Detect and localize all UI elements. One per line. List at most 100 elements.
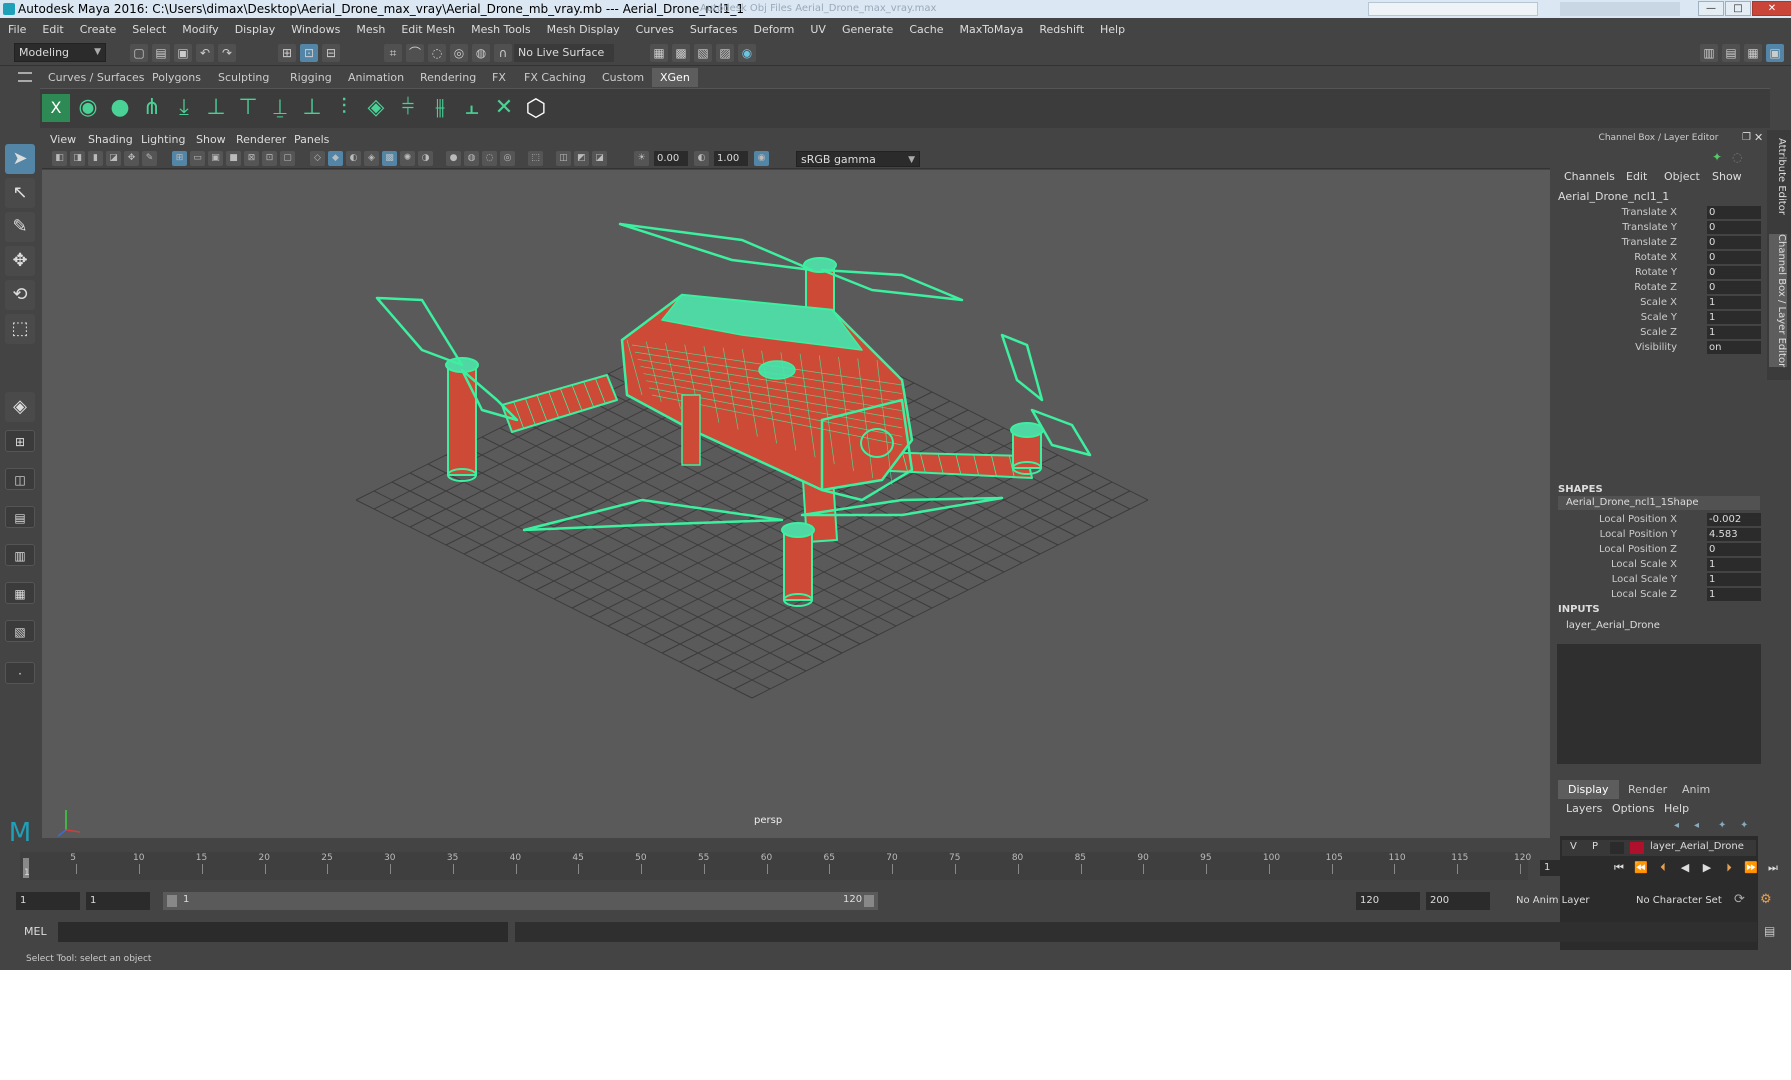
safe-action-icon[interactable]: ⊡ bbox=[262, 151, 277, 166]
xray-components-icon[interactable]: ◪ bbox=[592, 151, 607, 166]
new-scene-icon[interactable]: ▢ bbox=[130, 44, 148, 62]
tab-rigging[interactable]: Rigging bbox=[282, 68, 340, 87]
layer-playback-toggle[interactable]: P bbox=[1592, 841, 1598, 852]
attr-label[interactable]: Visibility bbox=[1635, 342, 1677, 353]
auto-key-icon[interactable]: ⟳ bbox=[1734, 892, 1745, 907]
menu-curves[interactable]: Curves bbox=[636, 23, 674, 36]
script-language-toggle[interactable]: MEL bbox=[24, 925, 47, 938]
layer-tab-display[interactable]: Display bbox=[1558, 780, 1619, 799]
step-forward-key-button[interactable]: ⏩ bbox=[1742, 860, 1760, 876]
menu-redshift[interactable]: Redshift bbox=[1039, 23, 1084, 36]
attr-value-field[interactable]: 0 bbox=[1707, 543, 1761, 556]
attr-label[interactable]: Rotate Y bbox=[1635, 267, 1677, 278]
default-material-icon[interactable]: ◐ bbox=[346, 151, 361, 166]
safe-title-icon[interactable]: ▢ bbox=[280, 151, 295, 166]
step-back-key-button[interactable]: ⏪ bbox=[1632, 860, 1650, 876]
menu-maxtomaya[interactable]: MaxToMaya bbox=[960, 23, 1024, 36]
layer-visibility-toggle[interactable]: V bbox=[1570, 841, 1577, 852]
resolution-gate-icon[interactable]: ▣ bbox=[208, 151, 223, 166]
menu-file[interactable]: File bbox=[8, 23, 26, 36]
attr-label[interactable]: Local Scale X bbox=[1611, 559, 1677, 570]
command-input[interactable] bbox=[58, 922, 508, 942]
shape-name[interactable]: Aerial_Drone_ncl1_1Shape bbox=[1566, 497, 1698, 508]
animation-end-field[interactable]: 200 bbox=[1426, 892, 1490, 910]
step-forward-frame-button[interactable]: ⏵ bbox=[1720, 860, 1738, 876]
drone-model[interactable] bbox=[375, 222, 1092, 607]
anim-layer-dropdown[interactable]: No Anim Layer bbox=[1510, 892, 1622, 910]
play-forwards-button[interactable]: ▶ bbox=[1698, 860, 1716, 876]
camera-attributes-icon[interactable]: ◨ bbox=[70, 151, 85, 166]
time-slider[interactable]: 5 10 15 20 25 30 35 40 45 50 55 60 65 70 75 80 85 90 95 100… bbox=[20, 852, 1531, 880]
view-transform-dropdown[interactable]: sRGB gamma ▼ bbox=[796, 151, 920, 167]
xgen-place-icon[interactable]: ⤓ bbox=[170, 94, 198, 122]
layer-name[interactable]: layer_Aerial_Drone bbox=[1650, 841, 1744, 852]
playback-start-field[interactable]: 1 bbox=[86, 892, 150, 910]
tab-curves-surfaces[interactable]: Curves / Surfaces bbox=[40, 68, 153, 87]
attr-label[interactable]: Rotate Z bbox=[1634, 282, 1677, 293]
range-start-handle[interactable] bbox=[167, 895, 177, 907]
smooth-shade-icon[interactable]: ◆ bbox=[328, 151, 343, 166]
tab-rendering[interactable]: Rendering bbox=[412, 68, 485, 87]
attr-value-field[interactable]: on bbox=[1707, 341, 1761, 354]
maximize-button[interactable]: □ bbox=[1725, 1, 1751, 16]
xgen-hex-icon[interactable]: ⬡ bbox=[522, 94, 550, 122]
attr-label[interactable]: Translate Z bbox=[1622, 237, 1677, 248]
menu-select[interactable]: Select bbox=[132, 23, 166, 36]
select-component-icon[interactable]: ⊟ bbox=[322, 44, 340, 62]
channel-box-tab[interactable]: Channel Box / Layer Editor bbox=[1769, 234, 1787, 368]
vp-menu-view[interactable]: View bbox=[50, 133, 76, 146]
attr-value-field[interactable]: 1 bbox=[1707, 296, 1761, 309]
snap-magnet-icon[interactable]: ∩ bbox=[494, 44, 512, 62]
move-layer-down-icon[interactable]: ◂ bbox=[1694, 820, 1699, 831]
layer-type-toggle[interactable] bbox=[1610, 842, 1624, 854]
menu-help[interactable]: Help bbox=[1100, 23, 1125, 36]
menu-uv[interactable]: UV bbox=[810, 23, 826, 36]
rotate-tool-icon[interactable]: ⟲ bbox=[5, 280, 35, 310]
tab-fx-caching[interactable]: FX Caching bbox=[516, 68, 594, 87]
bookmark-icon[interactable]: ▮ bbox=[88, 151, 103, 166]
custom-layout-icon[interactable]: ▧ bbox=[5, 620, 35, 642]
attr-value-field[interactable]: 0 bbox=[1707, 206, 1761, 219]
film-gate-icon[interactable]: ▭ bbox=[190, 151, 205, 166]
render-frame-icon[interactable]: ▩ bbox=[672, 44, 690, 62]
use-all-lights-icon[interactable]: ✺ bbox=[400, 151, 415, 166]
xgen-normalize-icon[interactable]: ⫠ bbox=[458, 94, 486, 122]
lasso-tool-icon[interactable]: ↖ bbox=[5, 178, 35, 208]
move-tool-icon[interactable]: ✥ bbox=[5, 246, 35, 276]
account-box[interactable] bbox=[1560, 2, 1680, 16]
open-scene-icon[interactable]: ▤ bbox=[152, 44, 170, 62]
gate-mask-icon[interactable]: ■ bbox=[226, 151, 241, 166]
snap-grid-icon[interactable]: ⌗ bbox=[384, 44, 402, 62]
anti-aliasing-icon[interactable]: ◌ bbox=[482, 151, 497, 166]
gamma-icon[interactable]: ◐ bbox=[694, 151, 709, 166]
graph-layout-icon[interactable]: ▥ bbox=[5, 544, 35, 566]
cb-menu-edit[interactable]: Edit bbox=[1626, 170, 1647, 183]
layer-row[interactable]: V P layer_Aerial_Drone bbox=[1562, 840, 1756, 856]
attr-value-field[interactable]: 0 bbox=[1707, 251, 1761, 264]
attr-value-field[interactable]: 0 bbox=[1707, 281, 1761, 294]
menu-set-dropdown[interactable]: Modeling ▼ bbox=[14, 43, 106, 62]
xgen-groom-icon[interactable]: ⫵ bbox=[426, 94, 454, 122]
attr-value-field[interactable]: 1 bbox=[1707, 588, 1761, 601]
two-d-pan-icon[interactable]: ✥ bbox=[124, 151, 139, 166]
snap-view-icon[interactable]: ◎ bbox=[450, 44, 468, 62]
layer-color-swatch[interactable] bbox=[1630, 842, 1644, 854]
menu-cache[interactable]: Cache bbox=[909, 23, 943, 36]
two-view-layout-icon[interactable]: ◫ bbox=[5, 468, 35, 490]
modeling-toolkit-icon[interactable]: ▥ bbox=[1700, 44, 1718, 62]
undo-icon[interactable]: ↶ bbox=[196, 44, 214, 62]
menu-edit-mesh[interactable]: Edit Mesh bbox=[401, 23, 455, 36]
tab-xgen[interactable]: XGen bbox=[652, 68, 698, 87]
save-scene-icon[interactable]: ▣ bbox=[174, 44, 192, 62]
select-tool-icon[interactable]: ➤ bbox=[5, 144, 35, 174]
viewport-persp[interactable] bbox=[42, 170, 1550, 838]
xgen-primitives-icon[interactable]: ⋔ bbox=[138, 94, 166, 122]
grid-toggle-icon[interactable]: ⊞ bbox=[172, 151, 187, 166]
attr-label[interactable]: Scale X bbox=[1640, 297, 1677, 308]
snap-curve-icon[interactable]: ⌒ bbox=[406, 44, 424, 62]
play-backwards-button[interactable]: ◀ bbox=[1676, 860, 1694, 876]
menu-mesh-tools[interactable]: Mesh Tools bbox=[471, 23, 531, 36]
more-layouts-icon[interactable]: · bbox=[5, 662, 35, 684]
attr-label[interactable]: Translate X bbox=[1622, 207, 1677, 218]
xgen-description-icon[interactable]: ◉ bbox=[74, 94, 102, 122]
